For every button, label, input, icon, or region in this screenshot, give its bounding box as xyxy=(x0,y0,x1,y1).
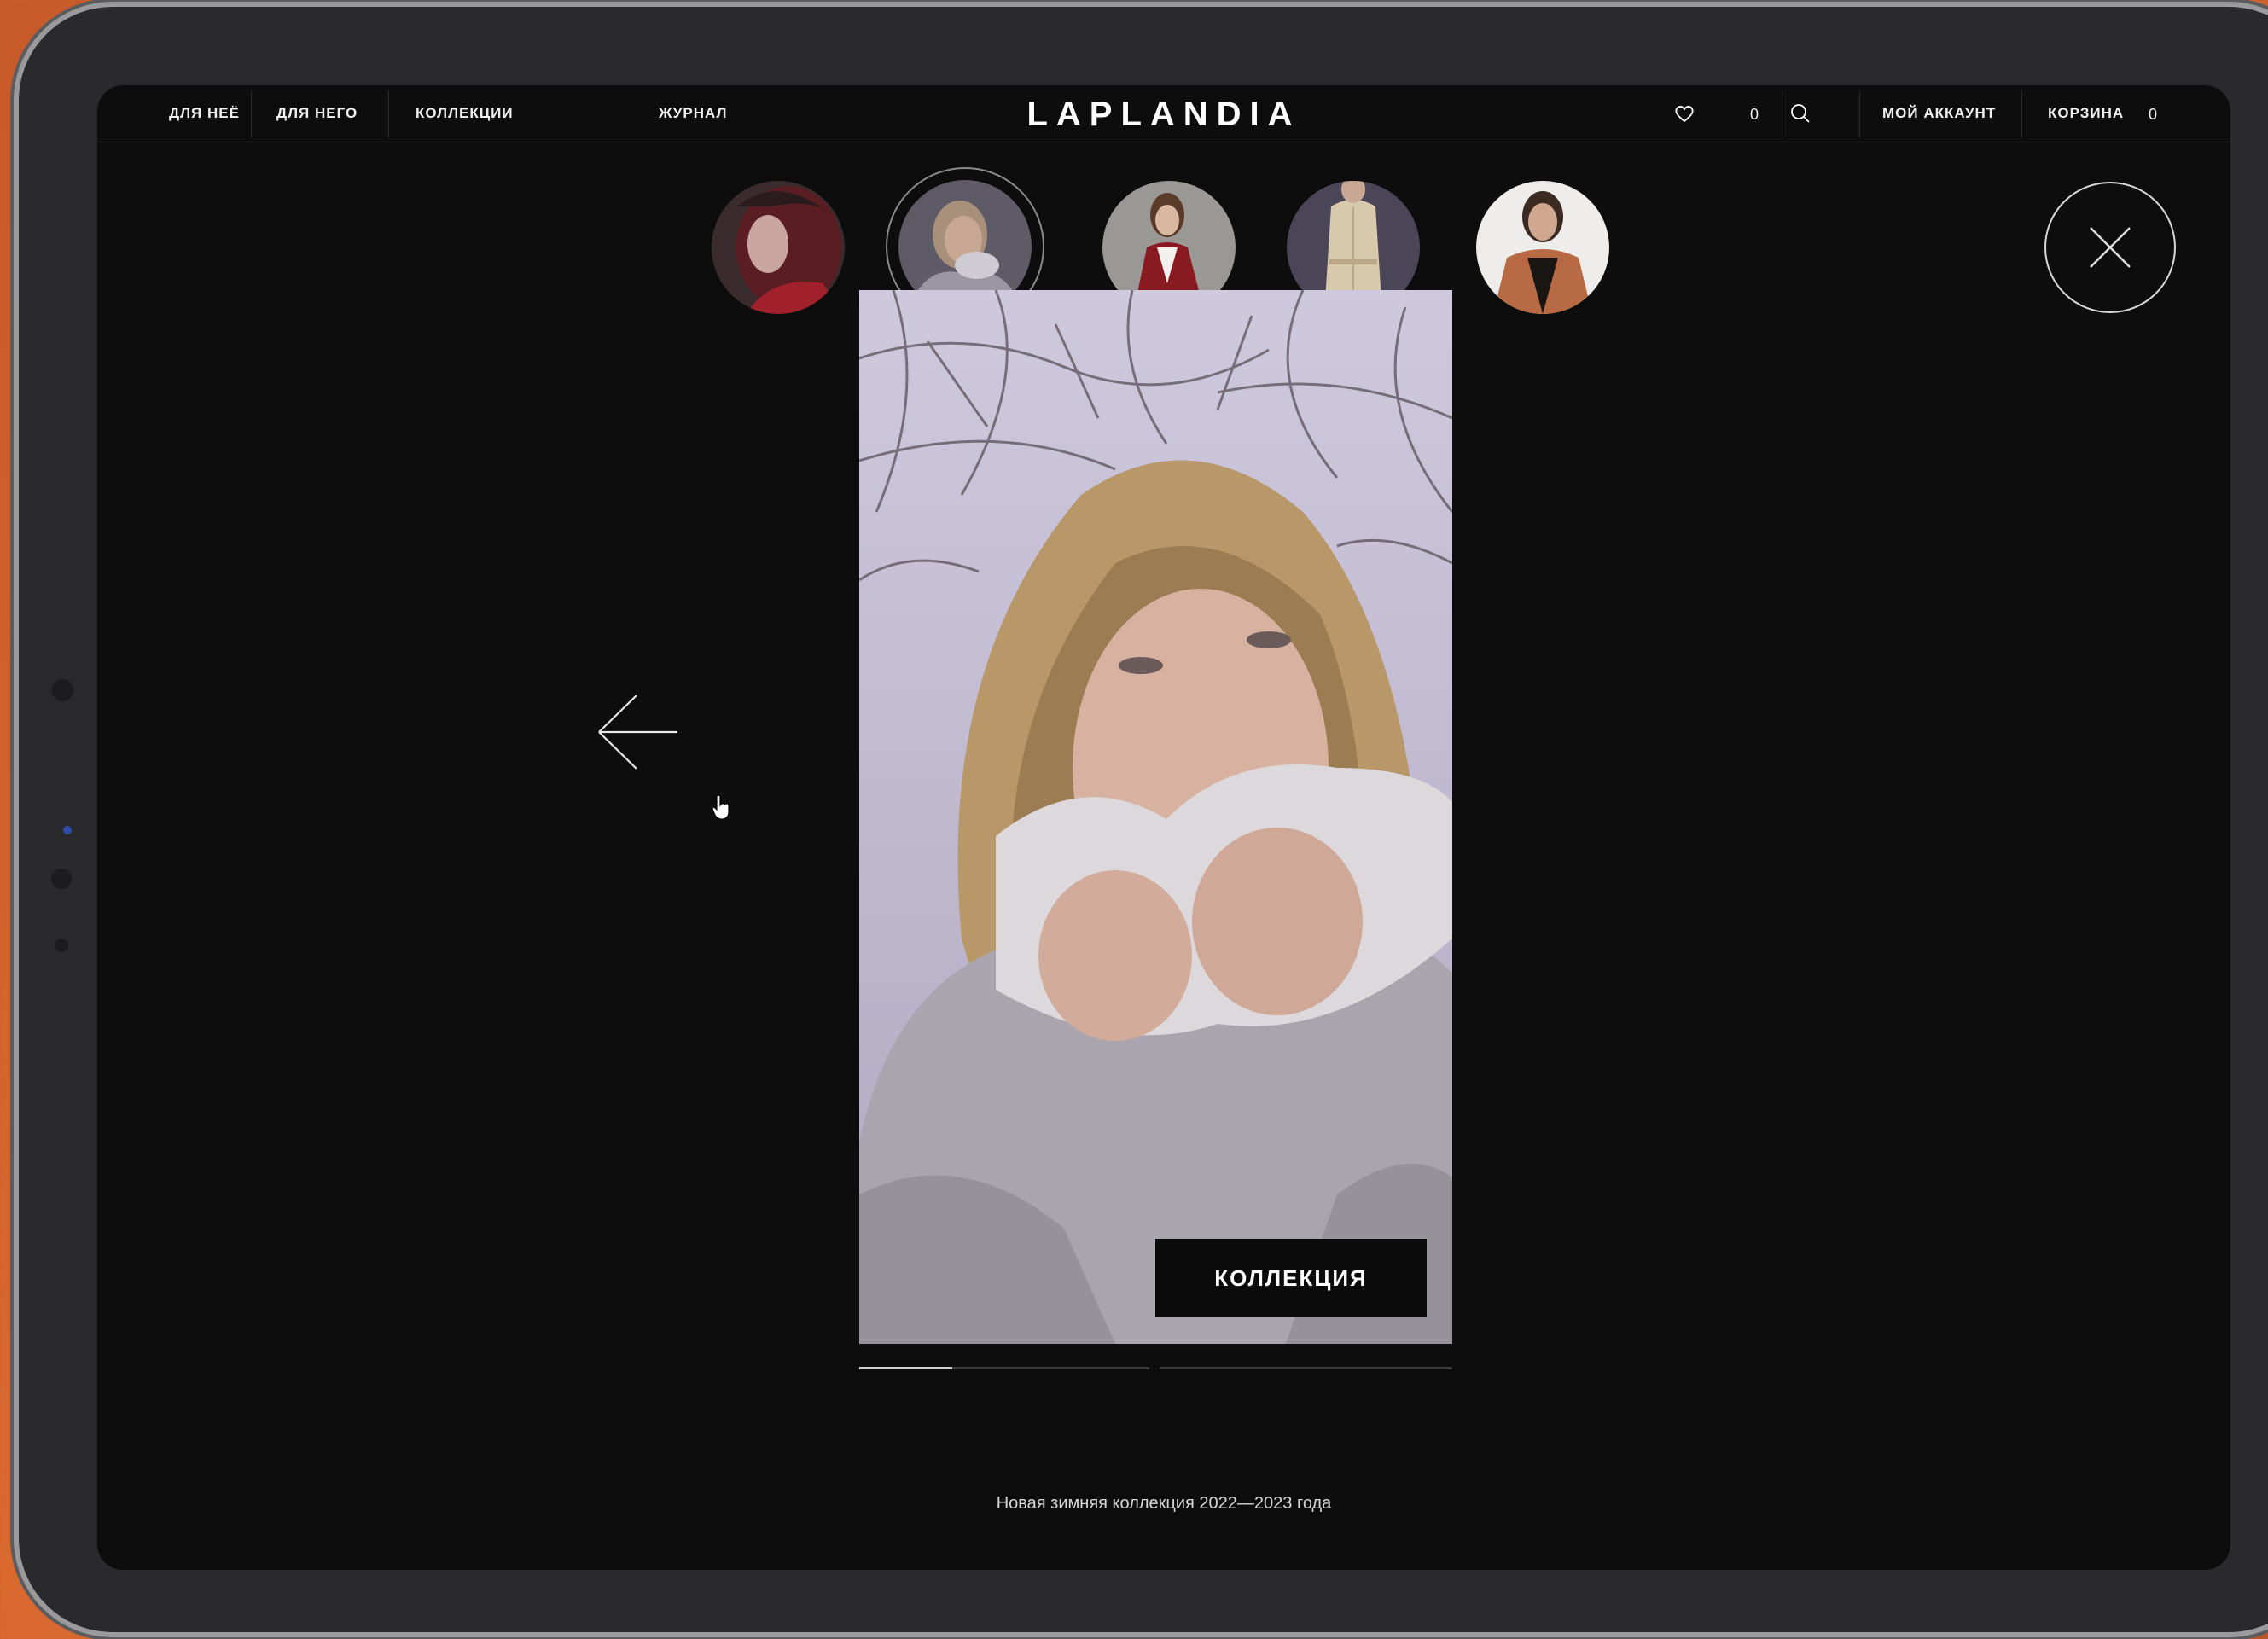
collection-button[interactable]: КОЛЛЕКЦИЯ xyxy=(1155,1239,1427,1317)
app-screen: ДЛЯ НЕЁ ДЛЯ НЕГО КОЛЛЕКЦИИ ЖУРНАЛ LAPLAN… xyxy=(97,85,2230,1570)
story-media[interactable] xyxy=(859,290,1452,1344)
cart-link[interactable]: КОРЗИНА xyxy=(2048,85,2124,142)
story-progress-bar xyxy=(1160,1367,1452,1369)
bezel-sensor xyxy=(51,679,73,701)
bezel-sensor xyxy=(55,939,68,952)
close-icon xyxy=(2090,227,2131,268)
cart-count: 0 xyxy=(2149,106,2158,123)
hand-cursor-icon xyxy=(712,794,730,820)
story-thumbnail-image xyxy=(712,181,845,314)
story-thumbnail[interactable] xyxy=(1476,181,1609,314)
story-caption: Новая зимняя коллекция 2022—2023 года xyxy=(996,1494,1332,1513)
header-divider xyxy=(1859,90,1860,138)
favorites-count: 0 xyxy=(1750,106,1759,123)
story-photo xyxy=(859,290,1452,1344)
arrow-left-icon[interactable] xyxy=(596,693,681,771)
bezel-sensor xyxy=(51,869,72,889)
heart-icon[interactable] xyxy=(1673,102,1695,125)
tablet-frame: ДЛЯ НЕЁ ДЛЯ НЕГО КОЛЛЕКЦИИ ЖУРНАЛ LAPLAN… xyxy=(19,7,2268,1632)
close-button[interactable] xyxy=(2044,182,2176,313)
story-thumbnail[interactable] xyxy=(712,181,845,314)
story-progress-fill xyxy=(859,1367,952,1369)
header-divider xyxy=(2021,90,2022,138)
search-icon[interactable] xyxy=(1789,102,1811,125)
site-header: ДЛЯ НЕЁ ДЛЯ НЕГО КОЛЛЕКЦИИ ЖУРНАЛ LAPLAN… xyxy=(97,85,2230,142)
story-thumbnail-image xyxy=(1476,181,1609,314)
account-link[interactable]: МОЙ АККАУНТ xyxy=(1882,85,1996,142)
story-progress-bar xyxy=(859,1367,1149,1369)
front-camera xyxy=(63,826,72,834)
